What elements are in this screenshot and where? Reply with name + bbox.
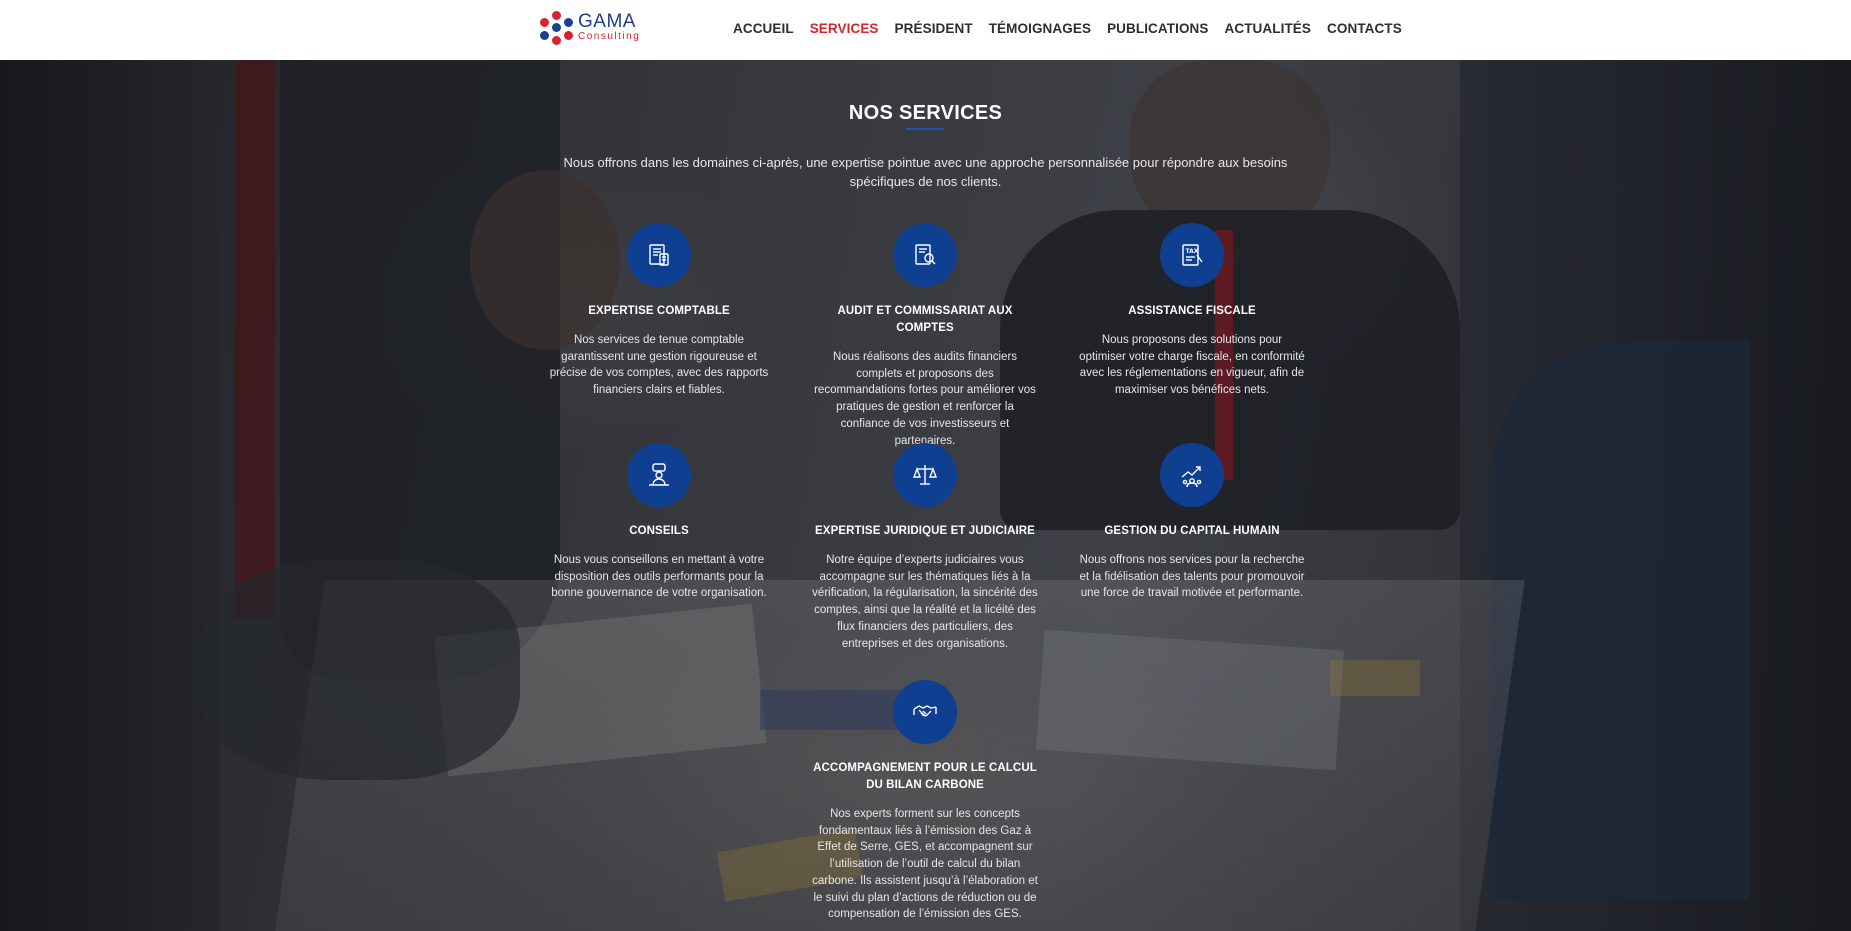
service-description: Nous offrons nos services pour la recher… — [1079, 554, 1305, 600]
service-title: AUDIT ET COMMISSARIAT AUX COMPTES — [837, 305, 1013, 334]
service-title: GESTION DU CAPITAL HUMAIN — [1104, 525, 1280, 537]
nav-publications[interactable]: PUBLICATIONS — [1107, 21, 1208, 36]
service-card-expertise-juridique: EXPERTISE JURIDIQUE ET JUDICIAIRE Notre … — [810, 443, 1040, 652]
main-nav: ACCUEIL SERVICES PRÉSIDENT TÉMOIGNAGES P… — [733, 0, 1418, 56]
service-description: Nous vous conseillons en mettant à votre… — [551, 554, 767, 600]
title-underline — [906, 128, 944, 130]
consulting-icon[interactable] — [627, 443, 691, 507]
service-description: Nous proposons des solutions pour optimi… — [1079, 334, 1305, 397]
nav-accueil[interactable]: ACCUEIL — [733, 21, 794, 36]
nav-services[interactable]: SERVICES — [810, 21, 879, 36]
logo-subtitle: Consulting — [578, 31, 641, 42]
accounting-icon[interactable] — [627, 223, 691, 287]
service-title: CONSEILS — [629, 525, 689, 537]
service-card-conseils: CONSEILS Nous vous conseillons en mettan… — [544, 443, 774, 602]
service-description: Nos services de tenue comptable garantis… — [549, 334, 769, 397]
nav-president[interactable]: PRÉSIDENT — [895, 21, 973, 36]
service-card-assistance-fiscale: TAX ASSISTANCE FISCALE Nous proposons de… — [1077, 223, 1307, 399]
section-intro: Nous offrons dans les domaines ci-après,… — [563, 155, 1288, 189]
service-title: EXPERTISE COMPTABLE — [588, 305, 730, 317]
site-header: GAMA Consulting ACCUEIL SERVICES PRÉSIDE… — [0, 0, 1851, 60]
service-card-expertise-comptable: EXPERTISE COMPTABLE Nos services de tenu… — [544, 223, 774, 399]
service-description: Nous réalisons des audits financiers com… — [814, 351, 1036, 447]
audit-icon[interactable] — [893, 223, 957, 287]
service-card-bilan-carbone: ACCOMPAGNEMENT POUR LE CALCUL DU BILAN C… — [810, 680, 1040, 923]
scales-icon[interactable] — [893, 443, 957, 507]
logo-mark-icon — [540, 11, 574, 45]
page-title: NOS SERVICES — [848, 102, 1003, 124]
nav-contacts[interactable]: CONTACTS — [1327, 21, 1402, 36]
service-title: EXPERTISE JURIDIQUE ET JUDICIAIRE — [815, 525, 1035, 537]
service-title: ASSISTANCE FISCALE — [1128, 305, 1256, 317]
tax-icon[interactable]: TAX — [1160, 223, 1224, 287]
service-title: ACCOMPAGNEMENT POUR LE CALCUL DU BILAN C… — [813, 762, 1037, 791]
nav-actualites[interactable]: ACTUALITÉS — [1225, 21, 1312, 36]
growth-icon[interactable] — [1160, 443, 1224, 507]
logo[interactable]: GAMA Consulting — [540, 10, 645, 46]
handshake-icon[interactable] — [893, 680, 957, 744]
service-card-capital-humain: GESTION DU CAPITAL HUMAIN Nous offrons n… — [1077, 443, 1307, 602]
svg-text:TAX: TAX — [1186, 248, 1199, 255]
service-card-audit: AUDIT ET COMMISSARIAT AUX COMPTES Nous r… — [810, 223, 1040, 449]
service-description: Nos experts forment sur les concepts fon… — [812, 808, 1038, 921]
logo-title: GAMA — [578, 11, 636, 32]
nav-temoignages[interactable]: TÉMOIGNAGES — [989, 21, 1091, 36]
service-description: Notre équipe d’experts judiciaires vous … — [812, 554, 1038, 650]
